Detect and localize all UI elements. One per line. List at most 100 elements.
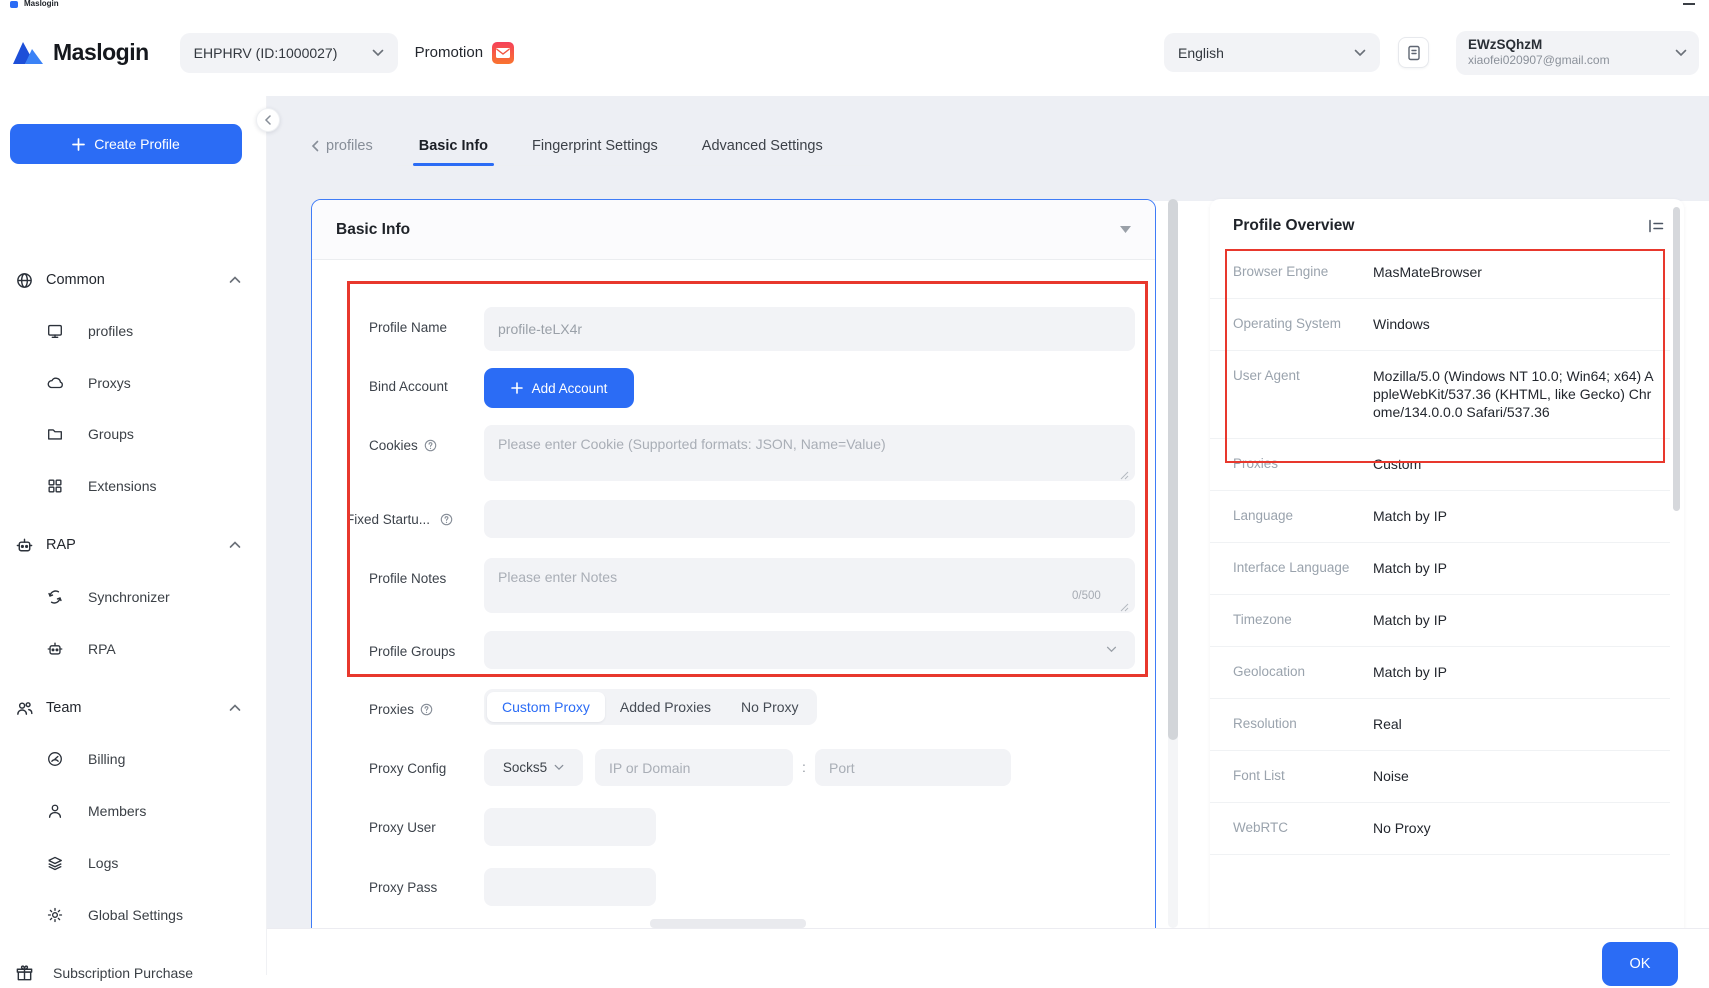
- grid-icon: [46, 477, 64, 495]
- sidebar-item-groups[interactable]: Groups: [0, 419, 267, 449]
- sidebar-item-label: Subscription Purchase: [53, 965, 193, 981]
- tab-advanced-settings[interactable]: Advanced Settings: [696, 126, 829, 165]
- page-tabs: profiles Basic Info Fingerprint Settings…: [311, 126, 871, 166]
- overview-label: Browser Engine: [1233, 263, 1373, 279]
- person-icon: [46, 802, 64, 820]
- chevron-down-icon: [372, 49, 384, 57]
- profile-overview-header: Profile Overview: [1210, 199, 1684, 247]
- brand-name: Maslogin: [53, 39, 149, 66]
- ok-button[interactable]: OK: [1602, 942, 1678, 986]
- breadcrumb-back[interactable]: profiles: [311, 138, 373, 154]
- profile-groups-label: Profile Groups: [369, 644, 455, 659]
- gear-icon: [46, 906, 64, 924]
- help-icon: [424, 439, 437, 452]
- proxy-pass-input[interactable]: [484, 868, 656, 906]
- chevron-down-icon: [554, 764, 564, 771]
- sidebar-item-extensions[interactable]: Extensions: [0, 471, 267, 501]
- profile-name-label: Profile Name: [369, 320, 447, 335]
- proxy-protocol-select[interactable]: Socks5: [484, 749, 583, 786]
- scrollbar-thumb[interactable]: [1168, 199, 1178, 740]
- cookies-label: Cookies: [369, 438, 437, 453]
- add-account-label: Add Account: [532, 381, 608, 396]
- sidebar-item-global-settings[interactable]: Global Settings: [0, 900, 267, 930]
- chevron-down-icon: [1354, 49, 1366, 57]
- team-icon: [15, 699, 34, 718]
- proxy-mode-none[interactable]: No Proxy: [726, 692, 814, 722]
- create-profile-button[interactable]: Create Profile: [10, 124, 242, 164]
- sidebar-item-label: Synchronizer: [88, 589, 170, 605]
- scrollbar-thumb[interactable]: [1673, 207, 1680, 511]
- proxy-protocol-value: Socks5: [503, 760, 547, 775]
- sidebar-collapse-button[interactable]: [256, 108, 280, 132]
- basic-info-panel: Basic Info Profile Name Bind Account Add…: [311, 199, 1156, 944]
- caret-down-icon[interactable]: [1120, 226, 1131, 233]
- overview-value: MasMateBrowser: [1373, 263, 1659, 281]
- tab-group: Basic Info Fingerprint Settings Advanced…: [397, 126, 871, 166]
- basic-info-title: Basic Info: [336, 221, 410, 239]
- minimize-icon[interactable]: [1683, 3, 1695, 5]
- overview-label: Geolocation: [1233, 663, 1373, 679]
- profile-overview-panel: Profile Overview Browser Engine MasMateB…: [1210, 199, 1684, 944]
- sidebar-item-label: RPA: [88, 641, 116, 657]
- overview-value: Real: [1373, 715, 1659, 733]
- profile-notes-textarea[interactable]: [484, 558, 1135, 613]
- proxy-config-label: Proxy Config: [369, 761, 446, 776]
- proxy-ip-input[interactable]: [595, 749, 793, 786]
- sidebar-section-label: Team: [46, 700, 81, 716]
- sidebar-item-logs[interactable]: Logs: [0, 848, 267, 878]
- plus-icon: [72, 138, 85, 151]
- gift-icon: [15, 964, 34, 983]
- help-icon: [420, 703, 433, 716]
- resize-icon[interactable]: [1120, 471, 1129, 480]
- proxy-mode-custom[interactable]: Custom Proxy: [487, 692, 605, 722]
- breadcrumb-label: profiles: [326, 138, 373, 154]
- overview-label: Resolution: [1233, 715, 1373, 731]
- workspace-selector[interactable]: EHPHRV (ID:1000027): [180, 33, 398, 73]
- sync-icon: [46, 588, 64, 606]
- clipped-form-element: [650, 919, 806, 928]
- sidebar-item-members[interactable]: Members: [0, 796, 267, 826]
- proxy-port-input[interactable]: [815, 749, 1011, 786]
- overview-value: Match by IP: [1373, 559, 1659, 577]
- sidebar-item-rpa[interactable]: RPA: [0, 634, 267, 664]
- sidebar-item-profiles[interactable]: profiles: [0, 316, 267, 346]
- sidebar-item-label: Groups: [88, 426, 134, 442]
- proxy-user-input[interactable]: [484, 808, 656, 846]
- fixed-startup-input[interactable]: [484, 500, 1135, 538]
- sidebar-section-team[interactable]: Team: [0, 693, 267, 723]
- sidebar-item-synchronizer[interactable]: Synchronizer: [0, 582, 267, 612]
- cookies-textarea[interactable]: [484, 425, 1135, 481]
- tab-basic-info[interactable]: Basic Info: [413, 126, 494, 165]
- promotion-link[interactable]: Promotion: [415, 42, 514, 64]
- ip-port-separator: :: [802, 759, 806, 775]
- sidebar-item-subscription-purchase[interactable]: Subscription Purchase: [0, 958, 267, 988]
- overview-row-browser-engine: Browser Engine MasMateBrowser: [1210, 247, 1670, 299]
- language-selector[interactable]: English: [1164, 33, 1380, 72]
- bind-account-label: Bind Account: [369, 379, 448, 394]
- robot-icon: [15, 536, 34, 555]
- sidebar-item-proxys[interactable]: Proxys: [0, 368, 267, 398]
- footer-bar: [267, 928, 1709, 975]
- sidebar-item-billing[interactable]: Billing: [0, 744, 267, 774]
- user-menu[interactable]: EWzSQhzM xiaofei020907@gmail.com: [1456, 31, 1699, 75]
- proxy-mode-added[interactable]: Added Proxies: [605, 692, 726, 722]
- add-account-button[interactable]: Add Account: [484, 368, 634, 408]
- overview-row-resolution: Resolution Real: [1210, 699, 1670, 751]
- chevron-up-icon: [229, 704, 241, 712]
- overview-label: Font List: [1233, 767, 1373, 783]
- resize-icon[interactable]: [1120, 603, 1129, 612]
- tab-fingerprint-settings[interactable]: Fingerprint Settings: [526, 126, 664, 165]
- overview-row-font-list: Font List Noise: [1210, 751, 1670, 803]
- overview-row-operating-system: Operating System Windows: [1210, 299, 1670, 351]
- overview-row-language: Language Match by IP: [1210, 491, 1670, 543]
- sidebar-section-common[interactable]: Common: [0, 265, 267, 295]
- promotion-label: Promotion: [415, 44, 483, 61]
- tab-label: Fingerprint Settings: [532, 138, 658, 154]
- profile-groups-select[interactable]: [484, 631, 1135, 669]
- overview-value: Windows: [1373, 315, 1659, 333]
- profile-name-input[interactable]: [484, 307, 1135, 351]
- sidebar-section-rap[interactable]: RAP: [0, 530, 267, 560]
- notes-button[interactable]: [1398, 37, 1429, 68]
- sidebar-section-label: RAP: [46, 537, 76, 553]
- panel-toggle-icon[interactable]: [1648, 219, 1664, 233]
